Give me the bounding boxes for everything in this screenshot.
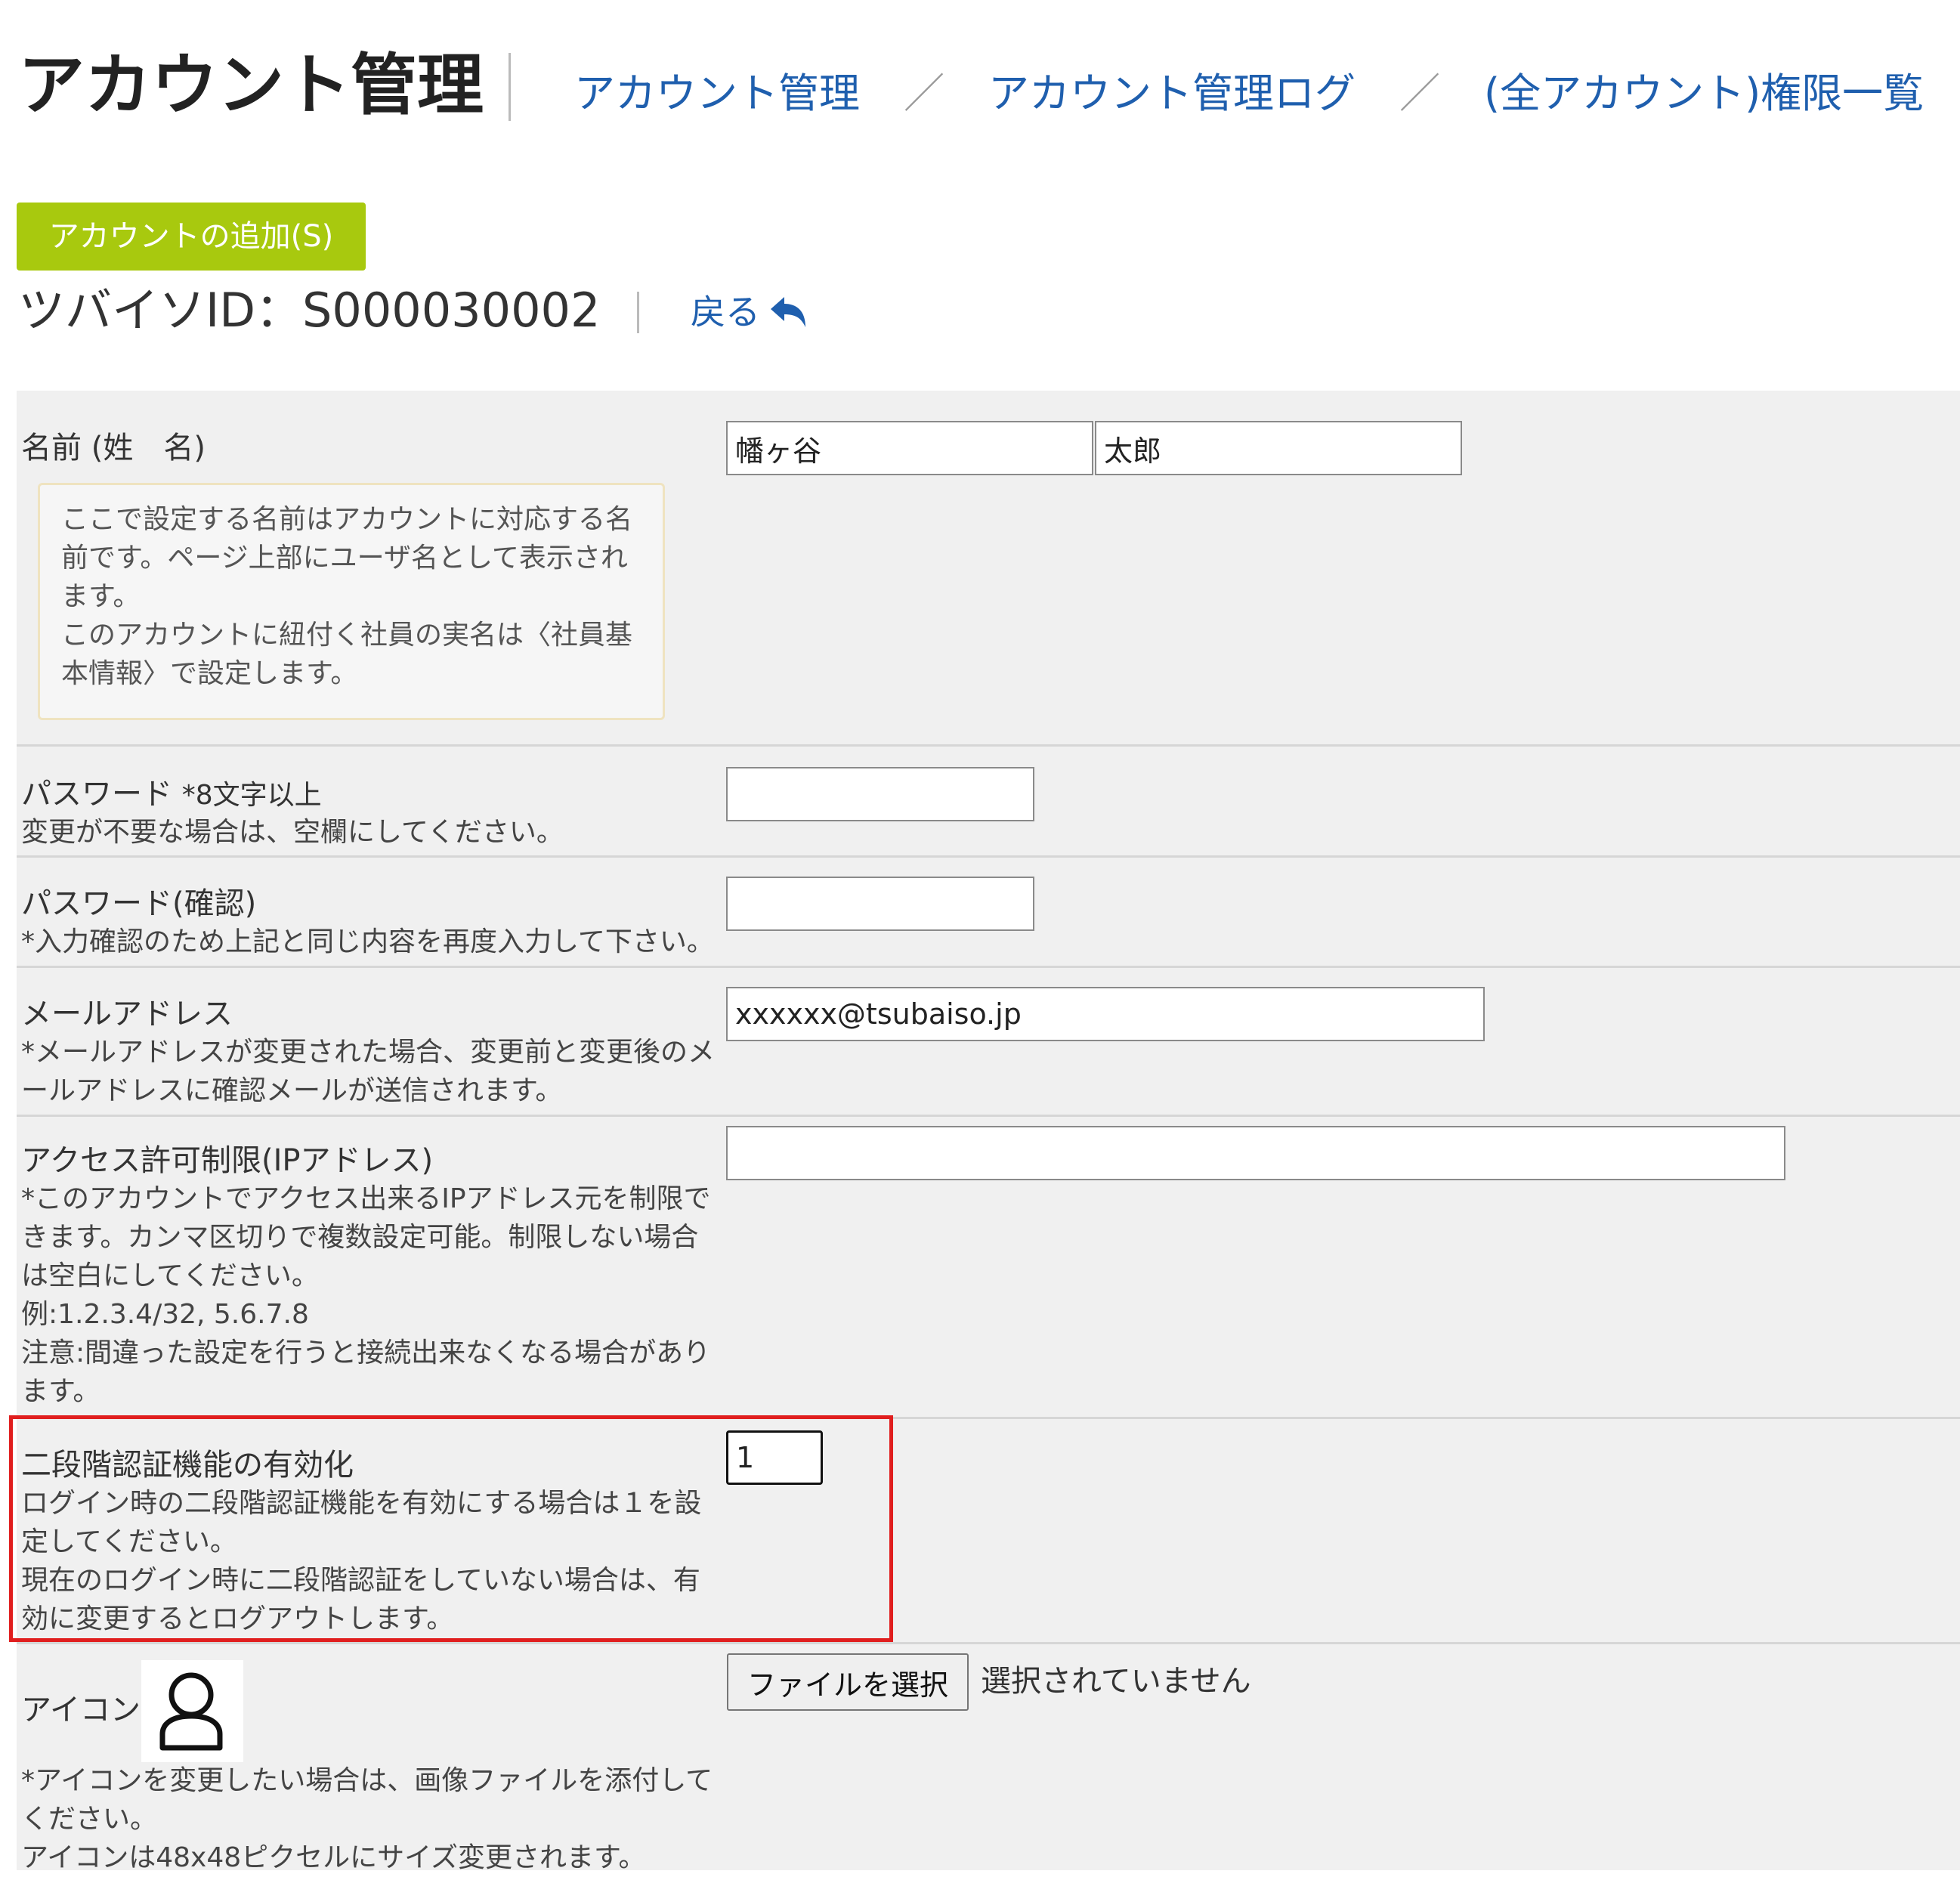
account-id-value: S000030002 [302,283,601,338]
breadcrumb: アカウント管理 ／ アカウント管理ログ ／ (全アカウント)権限一覧 [574,63,1924,124]
icon-note-line: ください。 [21,1804,158,1835]
back-link[interactable]: 戻る [691,286,808,339]
ip-note-line: きます。カンマ区切りで複数設定可能。制限しない場合 [21,1222,699,1253]
title-divider [509,53,511,121]
file-status: 選択されていません [981,1664,1251,1699]
back-link-label: 戻る [691,292,760,332]
password-confirm-input[interactable] [726,877,1034,931]
ip-note-line: 注意:間違った設定を行うと接続出来なくなる場合があり [21,1337,711,1368]
name-info-box: ここで設定する名前はアカウントに対応する名 前です。ページ上部にユーザ名として表… [38,483,665,720]
ip-note-line: 例:1.2.3.4/32, 5.6.7.8 [21,1299,309,1330]
password-label-text: パスワード [21,777,172,812]
ip-note-line: *このアカウントでアクセス出来るIPアドレス元を制限で [21,1183,711,1214]
account-id: ツバイソID：S000030002 [18,277,600,345]
breadcrumb-account-log[interactable]: アカウント管理ログ [988,70,1356,117]
ip-restriction-input[interactable] [726,1126,1785,1180]
breadcrumb-permission-list[interactable]: (全アカウント)権限一覧 [1484,70,1924,117]
password-row: パスワード *8文字以上 変更が不要な場合は、空欄にしてください。 [17,744,1960,858]
name-info-line: ます。 [61,581,141,612]
ip-restriction-label: アクセス許可制限(IPアドレス) [21,1143,434,1178]
email-input[interactable] [726,987,1485,1041]
ip-note-line: は空白にしてください。 [21,1260,319,1291]
password-confirm-row: パスワード(確認) *入力確認のため上記と同じ内容を再度入力して下さい。 [17,855,1960,968]
icon-note-line: *アイコンを変更したい場合は、画像ファイルを添付して [21,1765,713,1796]
password-hint: *8文字以上 [181,780,322,811]
name-info-line: 本情報〉で設定します。 [61,658,358,689]
last-name-input[interactable] [726,421,1093,475]
avatar [141,1660,243,1762]
user-icon [159,1672,223,1751]
password-input[interactable] [726,767,1034,821]
undo-arrow-icon [771,297,805,327]
email-label: メールアドレス [21,997,233,1031]
name-info-line: 前です。ページ上部にユーザ名として表示され [61,543,628,574]
first-name-input[interactable] [1095,421,1462,475]
icon-label: アイコン [21,1693,141,1727]
account-form: 名前 (姓 名) ここで設定する名前はアカウントに対応する名 前です。ページ上部… [17,391,1960,1873]
password-confirm-label: パスワード(確認) [21,886,257,921]
file-select-button[interactable]: ファイルを選択 [727,1653,969,1711]
name-info-line: ここで設定する名前はアカウントに対応する名 [61,504,633,535]
add-account-button[interactable]: アカウントの追加(S) [17,203,366,271]
breadcrumb-separator: ／ [1399,70,1440,117]
email-note-line: ールアドレスに確認メールが送信されます。 [21,1075,563,1106]
id-divider [637,292,639,333]
password-note: 変更が不要な場合は、空欄にしてください。 [21,817,564,848]
ip-restriction-row: アクセス許可制限(IPアドレス) *このアカウントでアクセス出来るIPアドレス元… [17,1115,1960,1419]
page-title: アカウント管理 [18,46,484,124]
ip-note-line: ます。 [21,1376,100,1407]
account-id-label: ツバイソID： [18,283,303,338]
icon-note-line: アイコンは48x48ピクセルにサイズ変更されます。 [21,1842,646,1873]
breadcrumb-separator: ／ [904,70,944,117]
email-note-line: *メールアドレスが変更された場合、変更前と変更後のメ [21,1037,716,1068]
breadcrumb-account-management[interactable]: アカウント管理 [574,70,860,117]
name-info-line: このアカウントに紐付く社員の実名は〈社員基 [61,620,633,651]
password-label: パスワード *8文字以上 [21,775,322,815]
two-factor-highlight-box [9,1415,893,1642]
password-confirm-note: *入力確認のため上記と同じ内容を再度入力して下さい。 [21,926,714,957]
name-label: 名前 (姓 名) [21,431,206,465]
name-row: 名前 (姓 名) ここで設定する名前はアカウントに対応する名 前です。ページ上部… [17,391,1960,747]
email-row: メールアドレス *メールアドレスが変更された場合、変更前と変更後のメ ールアドレ… [17,966,1960,1117]
